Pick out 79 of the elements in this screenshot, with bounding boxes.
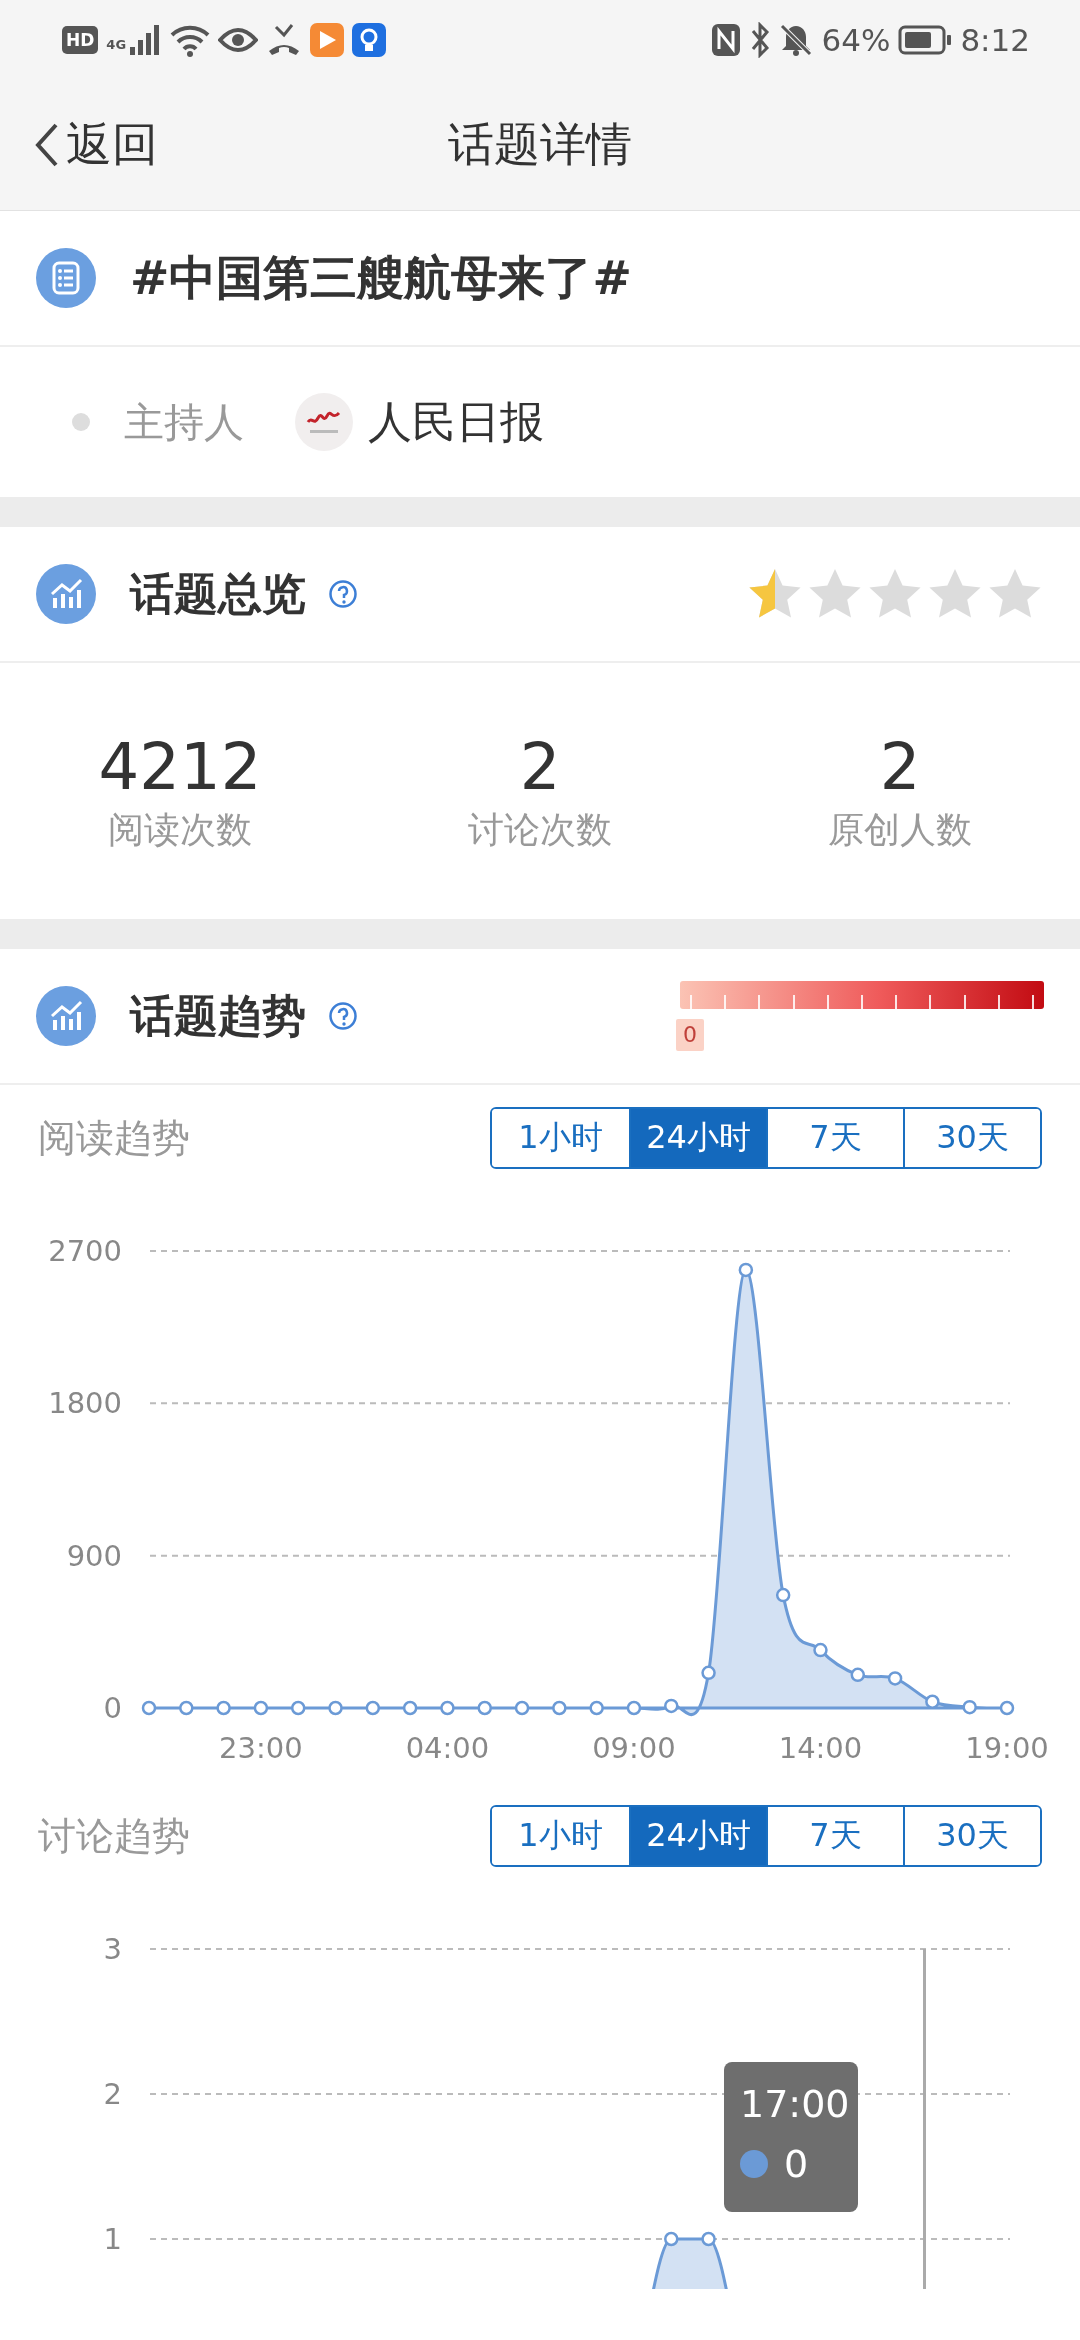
nfc-icon (711, 23, 742, 57)
data-point (664, 1698, 679, 1714)
data-point (626, 1700, 642, 1716)
section-title: 话题趋势 (130, 988, 306, 1043)
data-point (664, 2231, 679, 2247)
heat-marker: 0 (676, 1019, 704, 1051)
host-label: 主持人 (124, 397, 244, 447)
section-title: 话题总览 (130, 566, 306, 621)
axis-tick-label: 09:00 (592, 1731, 676, 1765)
chart-icon (36, 564, 96, 624)
data-point (887, 1671, 903, 1686)
data-point (999, 1700, 1015, 1716)
data-point (365, 1700, 381, 1716)
axis-tick-label: 04:00 (405, 1731, 490, 1765)
data-point (477, 1700, 492, 1716)
hd-badge: HD (62, 26, 99, 54)
axis-tick-label: 1 (103, 2222, 122, 2256)
data-point (813, 1642, 828, 1658)
axis-tick-label: 3 (103, 1932, 122, 1966)
axis-tick-label: 2 (103, 2077, 122, 2111)
muted-bell-icon (779, 23, 814, 57)
host-name: 人民日报 (368, 394, 544, 449)
data-point (440, 1700, 455, 1716)
data-point (216, 1700, 231, 1716)
avatar-icon (294, 392, 354, 452)
axis-tick-label: 23:00 (219, 1731, 303, 1765)
chart-icon (36, 986, 96, 1046)
data-point (141, 1700, 157, 1716)
data-point (328, 1700, 343, 1716)
back-button[interactable]: 返回 (34, 114, 158, 176)
network-type: 4G (106, 37, 127, 52)
eye-icon (218, 25, 259, 55)
data-point (850, 1667, 866, 1683)
axis-tick-label: 0 (103, 1691, 122, 1725)
page-title: 话题详情 (448, 116, 632, 173)
data-point (552, 1700, 567, 1716)
axis-tick-label: 1800 (48, 1386, 122, 1421)
stat-value: 4212 (98, 728, 262, 806)
axis-tick-label: 14:00 (778, 1731, 863, 1765)
data-point (589, 1700, 604, 1716)
data-point (701, 2231, 716, 2247)
range-tab[interactable]: 30天 (903, 1807, 1040, 1865)
data-point (701, 1665, 716, 1681)
data-point (962, 1699, 977, 1715)
axis-tick-label: 2700 (48, 1234, 122, 1268)
axis-tick-label: 900 (66, 1538, 122, 1573)
range-tab[interactable]: 24小时 (629, 1109, 766, 1167)
data-point (738, 1262, 754, 1278)
bluetooth-icon (749, 22, 772, 58)
clock: 8:12 (960, 22, 1030, 58)
wifi-icon (170, 23, 211, 57)
help-icon (328, 1001, 358, 1031)
stat-value: 2 (879, 728, 921, 806)
battery-icon (898, 25, 953, 55)
data-point (253, 1700, 269, 1716)
chart-title: 讨论趋势 (38, 1812, 190, 1860)
battery-percent: 64% (821, 22, 891, 58)
data-point (402, 1700, 418, 1716)
stat-label: 原创人数 (828, 807, 972, 852)
tooltip-time: 17:00 (740, 2081, 851, 2128)
topic-title: #中国第三艘航母来了# (130, 248, 632, 307)
data-point (925, 1694, 940, 1709)
legend-dot (740, 2150, 768, 2178)
help-icon (328, 579, 358, 609)
stat-label: 讨论次数 (468, 807, 612, 852)
range-tab[interactable]: 24小时 (629, 1807, 766, 1865)
bullet-dot (72, 413, 90, 431)
list-icon (36, 248, 96, 308)
range-tab[interactable]: 30天 (903, 1109, 1040, 1167)
data-point (514, 1700, 530, 1716)
data-point (775, 1587, 791, 1603)
data-point (290, 1700, 306, 1716)
stat-value: 2 (519, 728, 561, 806)
chart-title: 阅读趋势 (38, 1114, 190, 1162)
tooltip-value: 0 (784, 2142, 809, 2186)
play-app-icon (310, 23, 345, 57)
stat-label: 阅读次数 (108, 807, 252, 852)
axis-tick-label: 19:00 (965, 1731, 1049, 1765)
data-point (179, 1700, 194, 1716)
